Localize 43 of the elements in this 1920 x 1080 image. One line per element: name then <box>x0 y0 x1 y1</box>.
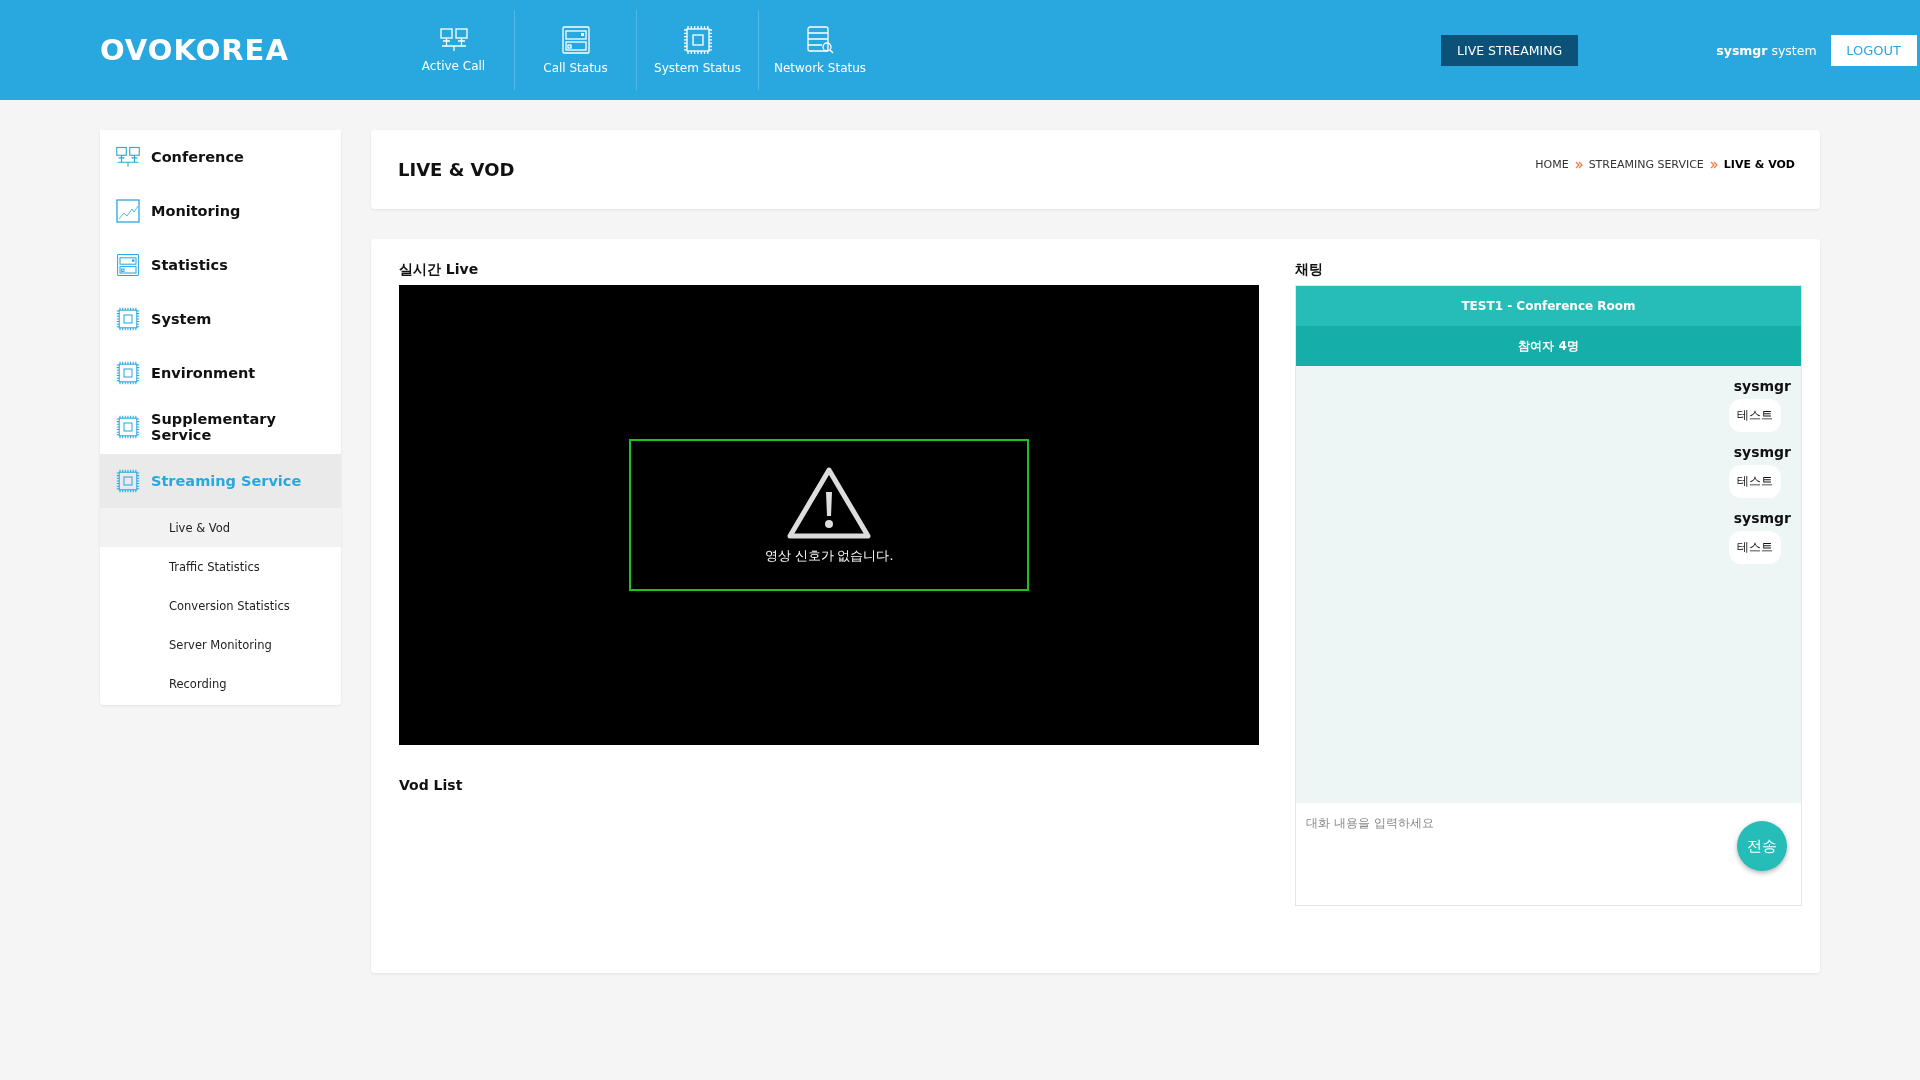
chart-icon <box>115 199 141 223</box>
sidebar-item[interactable]: Statistics <box>100 238 341 292</box>
section-title: 채팅 <box>1295 261 1324 279</box>
sidebar-item[interactable]: System <box>100 292 341 346</box>
participant-count: 참여자 4명 <box>1296 326 1801 366</box>
message-bubble: 테스트 <box>1729 465 1781 498</box>
warning-icon <box>786 465 872 540</box>
sidebar-item[interactable]: Conference <box>100 130 341 184</box>
section-title: Vod List <box>399 777 464 793</box>
message-bubble: 테스트 <box>1729 399 1781 432</box>
sidebar-subitem[interactable]: Traffic Statistics <box>100 547 341 586</box>
sidebar-item[interactable]: Supplementary Service <box>100 400 341 454</box>
chevrons-icon <box>1709 160 1718 169</box>
chip-icon <box>682 25 713 55</box>
chip-icon <box>115 361 141 385</box>
chip-icon <box>115 415 141 439</box>
page-title: LIVE & VOD <box>398 159 515 180</box>
message-sender: sysmgr <box>1733 378 1791 394</box>
live-streaming-button[interactable]: LIVE STREAMING <box>1441 34 1579 66</box>
server-icon <box>115 253 141 277</box>
monitors-icon <box>438 27 469 53</box>
monitors-icon <box>115 145 141 169</box>
user-name: sysmgr system <box>1716 42 1817 58</box>
chevrons-icon <box>1574 160 1583 169</box>
breadcrumb-link[interactable]: HOME <box>1535 158 1569 171</box>
breadcrumb-link[interactable]: STREAMING SERVICE <box>1588 158 1704 171</box>
message-sender: sysmgr <box>1733 444 1791 460</box>
message-sender: sysmgr <box>1733 510 1791 526</box>
breadcrumb-link[interactable]: LIVE & VOD <box>1723 158 1795 171</box>
message-bubble: 테스트 <box>1729 531 1781 564</box>
sidebar-subitem[interactable]: Recording <box>100 664 341 703</box>
no-signal-message: 영상 신호가 없습니다. <box>764 547 894 565</box>
sidebar-subitem[interactable]: Conversion Statistics <box>100 586 341 625</box>
list-search-icon <box>805 25 835 55</box>
chip-icon <box>115 469 141 493</box>
chip-icon <box>115 307 141 331</box>
server-icon <box>560 25 591 55</box>
section-title: 실시간 Live <box>399 261 480 279</box>
sidebar-subitem[interactable]: Live & Vod <box>100 508 341 547</box>
sidebar-item[interactable]: Environment <box>100 346 341 400</box>
chat-room-title: TEST1 - Conference Room <box>1296 286 1801 326</box>
sidebar-subitem[interactable]: Server Monitoring <box>100 625 341 664</box>
sidebar-item[interactable]: Monitoring <box>100 184 341 238</box>
